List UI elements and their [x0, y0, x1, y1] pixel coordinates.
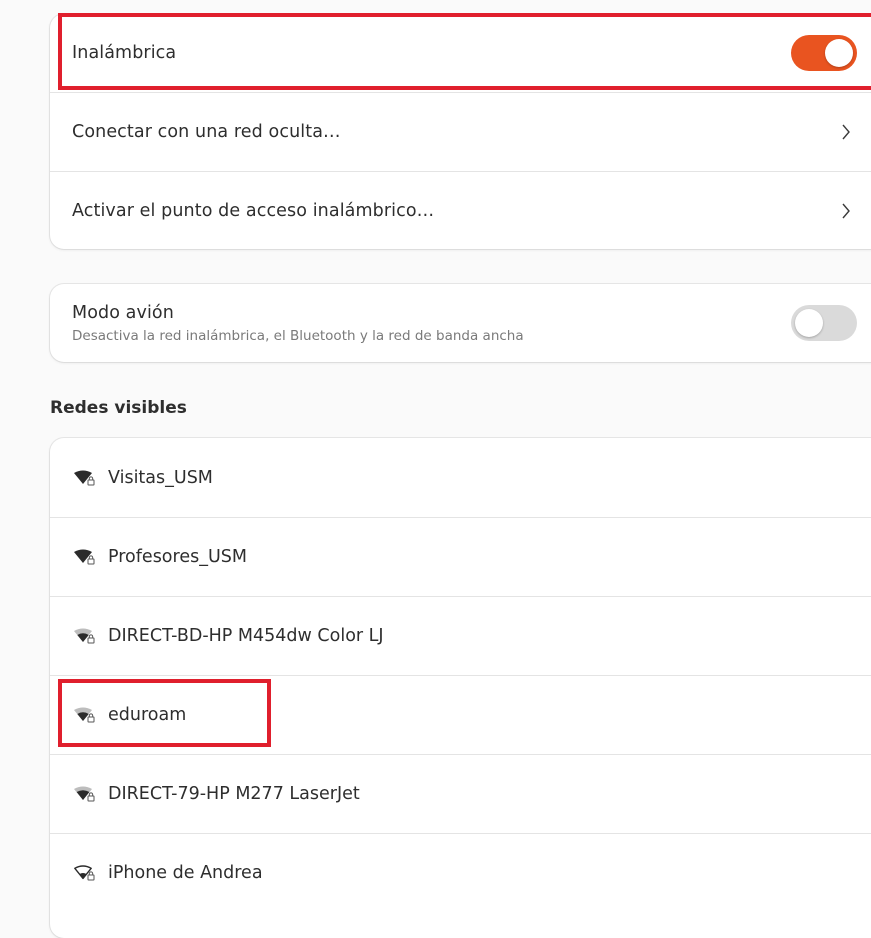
airplane-mode-row[interactable]: Modo avión Desactiva la red inalámbrica,… [50, 284, 871, 362]
wireless-toggle-row[interactable]: Inalámbrica [50, 14, 871, 92]
network-row[interactable]: DIRECT-BD-HP M454dw Color LJ [50, 596, 871, 675]
network-name: DIRECT-79-HP M277 LaserJet [108, 784, 360, 804]
airplane-mode-subtitle: Desactiva la red inalámbrica, el Bluetoo… [72, 327, 524, 344]
wifi-signal-icon [74, 628, 95, 644]
network-name: eduroam [108, 705, 187, 725]
wireless-card: Inalámbrica Conectar con una red oculta…… [50, 14, 871, 249]
network-row[interactable]: DIRECT-79-HP M277 LaserJet [50, 754, 871, 833]
wireless-switch-knob [825, 39, 853, 67]
network-row[interactable]: iPhone de Andrea [50, 833, 871, 912]
wifi-signal-icon [74, 470, 95, 485]
network-name: iPhone de Andrea [108, 863, 263, 883]
network-row[interactable]: eduroam [50, 675, 871, 754]
airplane-mode-switch[interactable] [791, 305, 857, 341]
wifi-signal-icon [74, 865, 95, 881]
networks-list: Visitas_USM Profesores_USM DIRECT-BD-HP … [50, 438, 871, 938]
hidden-network-row[interactable]: Conectar con una red oculta… [50, 92, 871, 171]
wifi-signal-icon [74, 707, 95, 723]
airplane-card: Modo avión Desactiva la red inalámbrica,… [50, 284, 871, 362]
hotspot-label: Activar el punto de acceso inalámbrico… [72, 200, 435, 221]
chevron-right-icon [842, 124, 850, 140]
wifi-signal-icon [74, 786, 95, 802]
hotspot-row[interactable]: Activar el punto de acceso inalámbrico… [50, 171, 871, 249]
wireless-label: Inalámbrica [72, 43, 177, 63]
airplane-mode-title: Modo avión [72, 302, 174, 323]
network-row[interactable]: Visitas_USM [50, 438, 871, 517]
network-row[interactable]: Profesores_USM [50, 517, 871, 596]
network-name: DIRECT-BD-HP M454dw Color LJ [108, 626, 384, 646]
wifi-signal-icon [74, 549, 95, 565]
visible-networks-title: Redes visibles [50, 398, 187, 418]
chevron-right-icon [842, 203, 850, 218]
airplane-switch-knob [795, 309, 823, 337]
hidden-network-label: Conectar con una red oculta… [72, 122, 341, 142]
network-name: Visitas_USM [108, 467, 213, 488]
network-name: Profesores_USM [108, 547, 247, 567]
wireless-switch[interactable] [791, 35, 857, 71]
